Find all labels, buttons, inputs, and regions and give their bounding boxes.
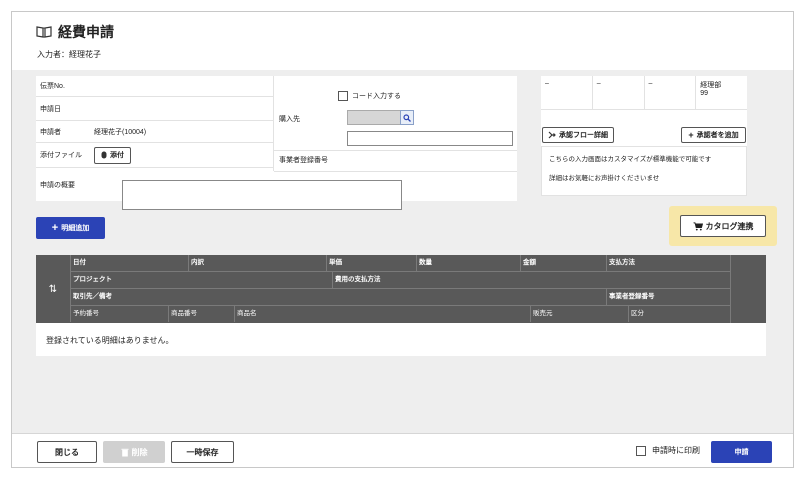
- sort-icon[interactable]: ⇅: [36, 255, 70, 323]
- col-amount: 金額: [520, 255, 606, 271]
- col-breakdown: 内訳: [188, 255, 326, 271]
- note-line-2: 詳細はお気軽にお声掛けくださいませ: [549, 175, 660, 182]
- voucher-row: 伝票No.: [36, 76, 273, 97]
- book-icon: [36, 26, 52, 38]
- vendor-divider: [274, 150, 517, 151]
- col-category: 区分: [628, 306, 730, 322]
- approver-slot: –: [645, 76, 697, 109]
- entrant-label: 入力者：経理花子: [37, 50, 101, 59]
- add-detail-label: 明細追加: [61, 225, 90, 232]
- approver-slot: 経理部 99: [696, 76, 747, 109]
- close-label: 閉じる: [55, 447, 79, 457]
- date-label: 申請日: [40, 105, 61, 113]
- col-expense-payment-method: 費用の支払方法: [332, 272, 730, 288]
- approver-name: –: [545, 80, 549, 87]
- voucher-label: 伝票No.: [40, 83, 65, 90]
- col-client-remarks: 取引先／備考: [70, 289, 606, 305]
- add-approver-button[interactable]: + 承認者を追加: [681, 127, 746, 143]
- table-header-right: [730, 255, 766, 323]
- search-icon: [403, 113, 411, 122]
- business-reg-divider: [274, 171, 517, 172]
- header-row-3: 取引先／備考 事業者登録番号: [70, 289, 730, 306]
- approver-name: 経理部: [700, 82, 722, 89]
- print-option[interactable]: 申請時に印刷: [636, 445, 700, 456]
- submit-button[interactable]: 申請: [711, 441, 772, 463]
- vendor-label: 購入先: [279, 116, 300, 123]
- vendor-search-button[interactable]: [400, 110, 414, 125]
- attachment-label: 添付ファイル: [40, 152, 82, 159]
- delete-label: 削除: [131, 447, 148, 457]
- col-seller: 販売元: [530, 306, 628, 322]
- business-reg-label: 事業者登録番号: [279, 157, 328, 164]
- application-form: 伝票No. 申請日 申請者 経理花子(10004) 添付ファイル 添付 申請の概…: [36, 76, 517, 210]
- add-approver-label: 承認者を追加: [696, 132, 739, 139]
- customize-note: こちらの入力画面はカスタマイズが標準機能で可能です 詳細はお気軽にお声掛けくださ…: [541, 146, 747, 196]
- approver-row: – – – 経理部 99: [541, 76, 747, 110]
- approver-slot: –: [541, 76, 593, 109]
- attach-button-label: 添付: [110, 152, 124, 159]
- detail-table-header: ⇅ 日付 内訳 単価 数量 金額 支払方法 プロジェクト 費用の支払方法 取引先…: [36, 255, 766, 323]
- col-date: 日付: [70, 255, 188, 271]
- vendor-name-input[interactable]: [347, 131, 513, 146]
- col-product-number: 商品番号: [168, 306, 234, 322]
- approver-name: –: [648, 80, 653, 87]
- footer-bar: 閉じる 削除 一時保存 申請時に印刷 申請: [12, 433, 793, 467]
- approver-number: 99: [700, 90, 709, 97]
- vendor-code-input[interactable]: [347, 110, 401, 125]
- attach-button[interactable]: 添付: [94, 146, 131, 164]
- paperclip-icon: [101, 151, 107, 159]
- submit-label: 申請: [734, 449, 749, 456]
- approval-flow-button[interactable]: 承認フロー詳細: [542, 127, 614, 143]
- col-product-name: 商品名: [234, 306, 530, 322]
- print-checkbox[interactable]: [636, 445, 646, 456]
- add-detail-button[interactable]: + 明細追加: [36, 217, 105, 239]
- cart-icon: [693, 221, 703, 230]
- note-line-1: こちらの入力画面はカスタマイズが標準機能で可能です: [549, 156, 712, 163]
- col-payment-method: 支払方法: [606, 255, 730, 271]
- summary-label: 申請の概要: [40, 181, 75, 189]
- code-input-checkbox[interactable]: [338, 91, 348, 101]
- applicant-label: 申請者: [40, 128, 61, 136]
- temp-save-button[interactable]: 一時保存: [171, 441, 234, 463]
- date-row: 申請日: [36, 97, 273, 121]
- applicant-value: 経理花子(10004): [94, 128, 147, 136]
- close-button[interactable]: 閉じる: [37, 441, 97, 463]
- temp-save-label: 一時保存: [186, 447, 219, 457]
- empty-detail-message: 登録されている明細はありません。: [36, 323, 766, 356]
- catalog-label: カタログ連携: [705, 221, 754, 231]
- print-label: 申請時に印刷: [652, 446, 700, 455]
- col-quantity: 数量: [416, 255, 520, 271]
- col-business-reg-number: 事業者登録番号: [606, 289, 730, 305]
- code-input-label: コード入力する: [352, 93, 401, 100]
- trash-icon: [121, 448, 128, 456]
- catalog-button[interactable]: カタログ連携: [680, 215, 766, 237]
- plus-icon: +: [688, 130, 694, 140]
- flow-icon: [548, 131, 556, 139]
- approval-flow-label: 承認フロー詳細: [559, 132, 608, 139]
- applicant-row: 申請者 経理花子(10004): [36, 121, 273, 143]
- header-row-1: 日付 内訳 単価 数量 金額 支払方法: [70, 255, 730, 272]
- col-reservation-number: 予約番号: [70, 306, 168, 322]
- header-row-2: プロジェクト 費用の支払方法: [70, 272, 730, 289]
- column-divider: [273, 76, 274, 171]
- attachment-row: 添付ファイル 添付: [36, 143, 273, 168]
- page-title-text: 経費申請: [58, 24, 114, 40]
- code-input-option[interactable]: コード入力する: [338, 91, 401, 101]
- page-header: 経費申請 入力者：経理花子: [12, 12, 793, 70]
- approver-slot: –: [593, 76, 645, 109]
- catalog-highlight: カタログ連携: [669, 206, 777, 246]
- delete-button[interactable]: 削除: [103, 441, 165, 463]
- expense-application-window: 経費申請 入力者：経理花子 伝票No. 申請日 申請者 経理花子(10004) …: [11, 11, 794, 468]
- page-title: 経費申請: [36, 22, 114, 42]
- approver-name: –: [596, 80, 601, 87]
- col-project: プロジェクト: [70, 272, 332, 288]
- plus-icon: +: [51, 222, 59, 234]
- header-row-4: 予約番号 商品番号 商品名 販売元 区分: [70, 306, 730, 323]
- col-unit-price: 単価: [326, 255, 416, 271]
- summary-textarea[interactable]: [122, 180, 402, 210]
